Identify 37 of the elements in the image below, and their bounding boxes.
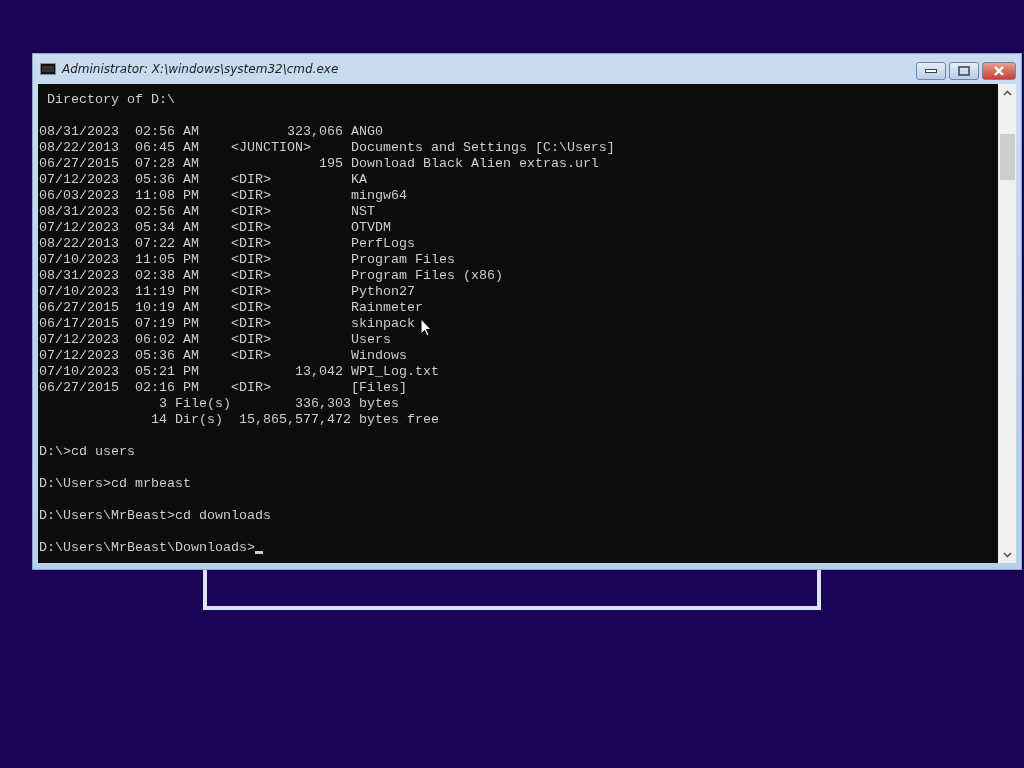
minimize-button[interactable] [916,62,946,80]
console-line: 08/22/2013 07:22 AM <DIR> PerfLogs [39,236,415,251]
close-icon [993,66,1005,76]
console-line: 06/27/2015 07:28 AM 195 Download Black Alien extras.url [39,156,599,171]
console-line: Directory of D:\ [46,92,175,107]
console-line: D:\Users>cd mrbeast [39,476,191,491]
console-line: 14 Dir(s) 15,865,577,472 bytes free [149,412,439,427]
console-line: 07/10/2023 11:05 PM <DIR> Program Files [39,252,455,267]
close-button[interactable] [982,62,1016,80]
chevron-down-icon [1002,551,1012,558]
chevron-up-icon [1002,89,1012,96]
console-line: 07/12/2023 05:36 AM <DIR> Windows [39,348,407,363]
console-line: 07/10/2023 11:19 PM <DIR> Python27 [39,284,415,299]
console-line: 08/22/2013 06:45 AM <JUNCTION> Documents and Settings [C:\Users] [39,140,615,155]
maximize-button[interactable] [949,62,979,80]
terminal-icon [40,63,56,75]
console-line: 06/27/2015 02:16 PM <DIR> [Files] [39,380,407,395]
console-line: 06/03/2023 11:08 PM <DIR> mingw64 [39,188,407,203]
scroll-thumb[interactable] [999,134,1015,180]
console-line: 06/27/2015 10:19 AM <DIR> Rainmeter [39,300,423,315]
command-prompt: D:\Users\MrBeast\Downloads> [39,540,255,556]
console-line: 06/17/2015 07:19 PM <DIR> skinpack [39,316,415,331]
console-line: D:\Users\MrBeast>cd downloads [39,508,271,523]
mouse-pointer-icon [420,318,432,337]
console-line: 07/10/2023 05:21 PM 13,042 WPI_Log.txt [39,364,439,379]
console-line: 08/31/2023 02:56 AM 323,066 ANG0 [39,124,383,139]
maximize-icon [958,66,970,76]
console-line: 08/31/2023 02:38 AM <DIR> Program Files (x86) [39,268,503,283]
window-title: Administrator: X:\windows\system32\cmd.exe [62,62,340,76]
console-line: 07/12/2023 05:34 AM <DIR> OTVDM [39,220,391,235]
console-line: 07/12/2023 06:02 AM <DIR> Users [39,332,391,347]
scrollbar[interactable] [998,84,1016,563]
minimize-icon [925,69,937,73]
console-line: 08/31/2023 02:56 AM <DIR> NST [39,204,375,219]
console-line: 07/12/2023 05:36 AM <DIR> KA [39,172,367,187]
console-line: D:\>cd users [39,444,135,459]
console-line: 3 File(s) 336,303 bytes [157,396,399,411]
